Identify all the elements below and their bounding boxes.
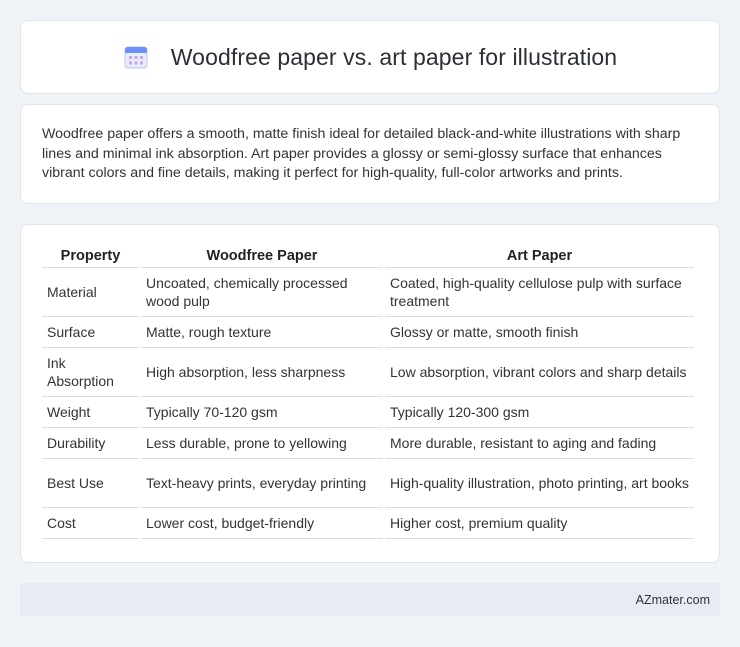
cell-property: Material: [42, 268, 139, 317]
calendar-icon: [124, 46, 148, 69]
table-card: Property Woodfree Paper Art Paper Materi…: [20, 224, 720, 563]
intro-text: Woodfree paper offers a smooth, matte fi…: [42, 126, 681, 182]
table-row: Material Uncoated, chemically processed …: [42, 268, 694, 317]
intro-card: Woodfree paper offers a smooth, matte fi…: [20, 104, 720, 204]
table-row: Best Use Text-heavy prints, everyday pri…: [42, 459, 694, 508]
header-property: Property: [42, 244, 139, 268]
table-row: Surface Matte, rough texture Glossy or m…: [42, 317, 694, 348]
cell-woodfree: Lower cost, budget-friendly: [141, 508, 383, 539]
cell-property: Best Use: [42, 459, 139, 508]
cell-woodfree: Typically 70-120 gsm: [141, 397, 383, 428]
comparison-table: Property Woodfree Paper Art Paper Materi…: [40, 244, 696, 539]
cell-property: Surface: [42, 317, 139, 348]
table-row: Ink Absorption High absorption, less sha…: [42, 348, 694, 397]
title-card: Woodfree paper vs. art paper for illustr…: [20, 20, 720, 94]
header-woodfree: Woodfree Paper: [141, 244, 383, 268]
cell-property: Durability: [42, 428, 139, 459]
table-row: Cost Lower cost, budget-friendly Higher …: [42, 508, 694, 539]
cell-woodfree: Matte, rough texture: [141, 317, 383, 348]
cell-art: Typically 120-300 gsm: [385, 397, 694, 428]
header-art: Art Paper: [385, 244, 694, 268]
cell-woodfree: Less durable, prone to yellowing: [141, 428, 383, 459]
table-row: Weight Typically 70-120 gsm Typically 12…: [42, 397, 694, 428]
table-header-row: Property Woodfree Paper Art Paper: [42, 244, 694, 268]
cell-art: Coated, high-quality cellulose pulp with…: [385, 268, 694, 317]
cell-property: Weight: [42, 397, 139, 428]
footer-source: AZmater.com: [635, 592, 710, 607]
cell-woodfree: Text-heavy prints, everyday printing: [141, 459, 383, 508]
cell-art: High-quality illustration, photo printin…: [385, 459, 694, 508]
cell-art: Higher cost, premium quality: [385, 508, 694, 539]
cell-art: More durable, resistant to aging and fad…: [385, 428, 694, 459]
cell-woodfree: High absorption, less sharpness: [141, 348, 383, 397]
footer: AZmater.com: [20, 583, 720, 616]
cell-art: Glossy or matte, smooth finish: [385, 317, 694, 348]
cell-property: Cost: [42, 508, 139, 539]
cell-property: Ink Absorption: [42, 348, 139, 397]
cell-woodfree: Uncoated, chemically processed wood pulp: [141, 268, 383, 317]
cell-art: Low absorption, vibrant colors and sharp…: [385, 348, 694, 397]
page-title: Woodfree paper vs. art paper for illustr…: [170, 43, 618, 70]
table-row: Durability Less durable, prone to yellow…: [42, 428, 694, 459]
